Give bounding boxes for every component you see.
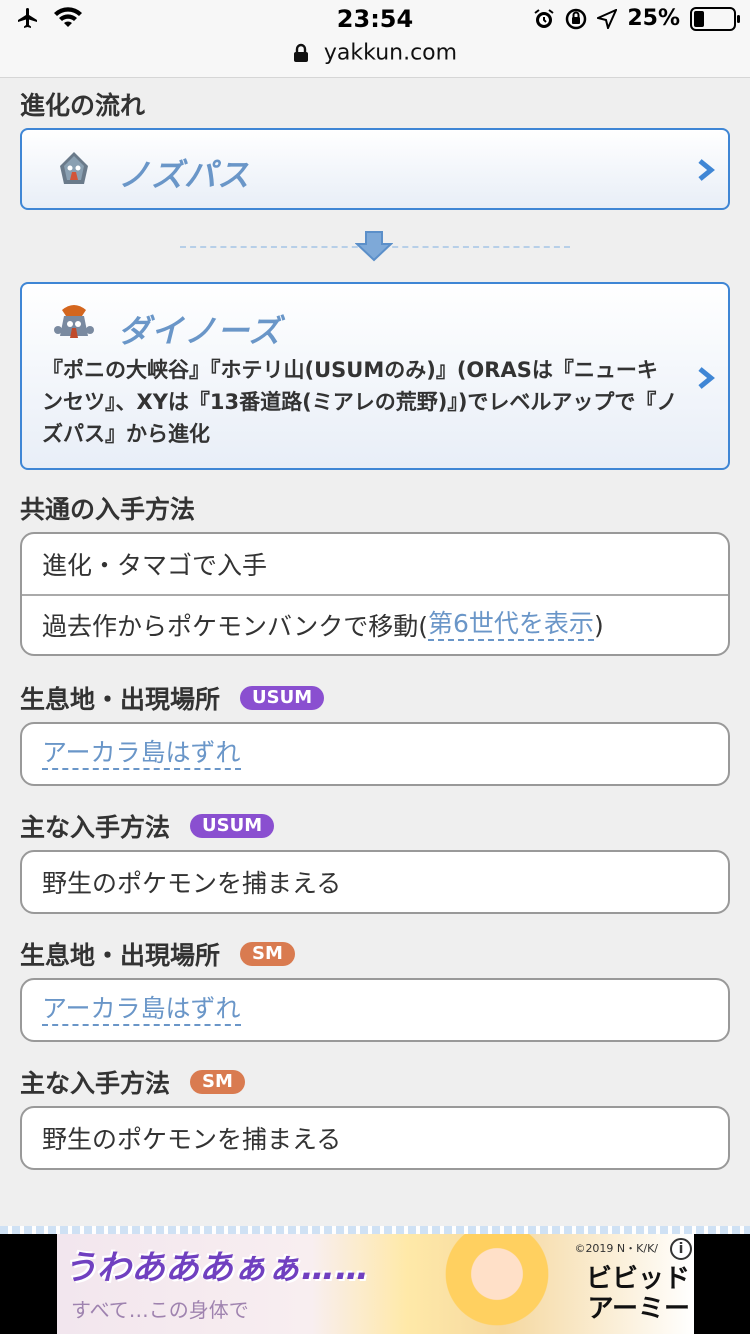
habitat-usum-box: アーカラ島はずれ — [20, 722, 730, 786]
nosepass-sprite-icon — [60, 152, 88, 184]
evolution-stage-nosepass[interactable]: ノズパス — [20, 128, 730, 210]
battery-icon — [690, 6, 740, 31]
list-item: 野生のポケモンを捕まえる — [22, 1108, 728, 1168]
arrow-down-icon — [355, 231, 393, 262]
usum-tag: USUM — [190, 814, 275, 838]
ad-headline: うわあああぁぁ…… — [63, 1248, 369, 1288]
list-item: アーカラ島はずれ — [22, 980, 728, 1040]
chevron-right-icon — [698, 367, 715, 389]
show-gen6-link[interactable]: 第6世代を表示 — [428, 609, 594, 641]
habitat-sm-title: 生息地・出現場所 SM — [20, 936, 295, 972]
location-link[interactable]: アーカラ島はずれ — [42, 738, 241, 770]
list-item: 過去作からポケモンバンクで移動(第6世代を表示) — [22, 594, 728, 654]
battery-percent: 25% — [627, 6, 680, 31]
url-bar[interactable]: yakkun.com — [0, 40, 750, 78]
list-item: 野生のポケモンを捕まえる — [22, 852, 728, 912]
lock-icon — [293, 43, 308, 62]
method-sm-box: 野生のポケモンを捕まえる — [20, 1106, 730, 1170]
list-item: アーカラ島はずれ — [22, 724, 728, 784]
probopass-sprite-icon — [54, 305, 94, 338]
orientation-lock-icon — [566, 8, 587, 29]
habitat-sm-box: アーカラ島はずれ — [20, 978, 730, 1042]
method-sm-label: 主な入手方法 — [20, 1069, 171, 1098]
ad-banner[interactable]: うわあああぁぁ…… すべて…この身体で ©2019 N・K/K/ ビビッド アー… — [57, 1234, 694, 1334]
list-item-suffix: ) — [593, 610, 604, 640]
method-sm-title: 主な入手方法 SM — [20, 1064, 245, 1100]
evolution-title: 進化の流れ — [20, 91, 146, 120]
method-usum-title: 主な入手方法 USUM — [20, 808, 275, 844]
evolution-stage-probopass[interactable]: ダイノーズ 『ポニの大峡谷』『ホテリ山(USUMのみ)』(ORASは『ニューキン… — [20, 282, 730, 470]
method-usum-box: 野生のポケモンを捕まえる — [20, 850, 730, 914]
location-arrow-icon — [597, 8, 618, 29]
status-bar: 23:54 25% — [0, 0, 750, 40]
url-text: yakkun.com — [323, 40, 458, 66]
usum-tag: USUM — [240, 686, 325, 710]
ad-logo-line: アーミー — [587, 1294, 690, 1324]
ad-logo-line: ビビッド — [585, 1264, 690, 1294]
habitat-usum-label: 生息地・出現場所 — [20, 685, 221, 714]
list-item-text: 進化・タマゴで入手 — [42, 551, 268, 580]
ad-logo: ビビッド アーミー — [586, 1264, 690, 1324]
method-usum-label: 主な入手方法 — [20, 813, 171, 842]
method-text: 野生のポケモンを捕まえる — [42, 1125, 342, 1154]
chevron-right-icon — [698, 159, 715, 181]
evolution-method: 『ポニの大峡谷』『ホテリ山(USUMのみ)』(ORASは『ニューキンセツ』、XY… — [42, 358, 678, 446]
battery-level — [694, 10, 704, 27]
ad-character-image — [437, 1234, 557, 1334]
sm-tag: SM — [190, 1070, 245, 1094]
common-acquisition-title: 共通の入手方法 — [20, 495, 196, 524]
method-text: 野生のポケモンを捕まえる — [42, 869, 342, 898]
location-link[interactable]: アーカラ島はずれ — [42, 994, 241, 1026]
list-item: 進化・タマゴで入手 — [22, 534, 728, 594]
alarm-icon — [534, 8, 554, 28]
ad-container: うわあああぁぁ…… すべて…この身体で ©2019 N・K/K/ ビビッド アー… — [0, 1234, 750, 1334]
ad-subtext: すべて…この身体で — [71, 1298, 249, 1322]
list-item-text: 過去作からポケモンバンクで移動( — [42, 612, 429, 641]
sm-tag: SM — [240, 942, 295, 966]
habitat-sm-label: 生息地・出現場所 — [20, 941, 221, 970]
habitat-usum-title: 生息地・出現場所 USUM — [20, 680, 325, 716]
ad-copyright: ©2019 N・K/K/ — [574, 1242, 658, 1255]
evolution-stage-name: ノズパス — [118, 156, 251, 194]
evolution-stage-name: ダイノーズ — [118, 312, 282, 350]
ad-divider — [0, 1226, 750, 1234]
ad-info-icon[interactable]: i — [670, 1238, 692, 1260]
common-acquisition-list: 進化・タマゴで入手 過去作からポケモンバンクで移動(第6世代を表示) — [20, 532, 730, 656]
